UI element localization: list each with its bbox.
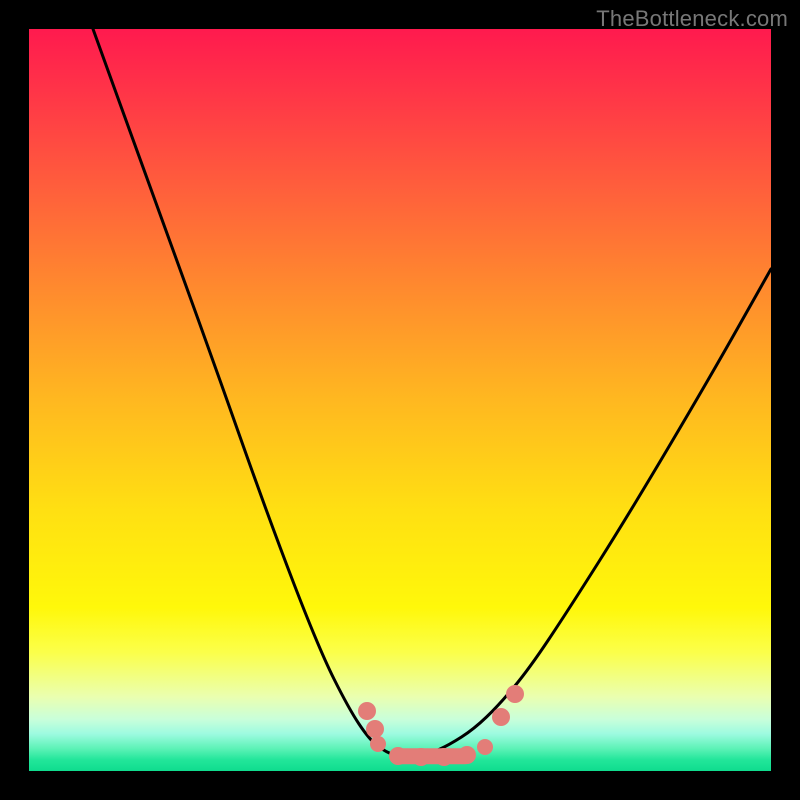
marker-dot: [435, 748, 453, 766]
marker-dot: [477, 739, 493, 755]
marker-dot: [506, 685, 524, 703]
marker-dot: [358, 702, 376, 720]
marker-dot: [412, 748, 430, 766]
marker-dot: [366, 720, 384, 738]
marker-dot: [370, 736, 386, 752]
plot-area: [29, 29, 771, 771]
marker-dot: [492, 708, 510, 726]
bottleneck-curve-line: [93, 29, 771, 757]
watermark-text: TheBottleneck.com: [596, 6, 788, 32]
marker-dot: [458, 746, 476, 764]
bottleneck-chart: [29, 29, 771, 771]
marker-dot: [389, 747, 407, 765]
marker-pill: [392, 748, 473, 764]
marker-group: [358, 685, 524, 766]
